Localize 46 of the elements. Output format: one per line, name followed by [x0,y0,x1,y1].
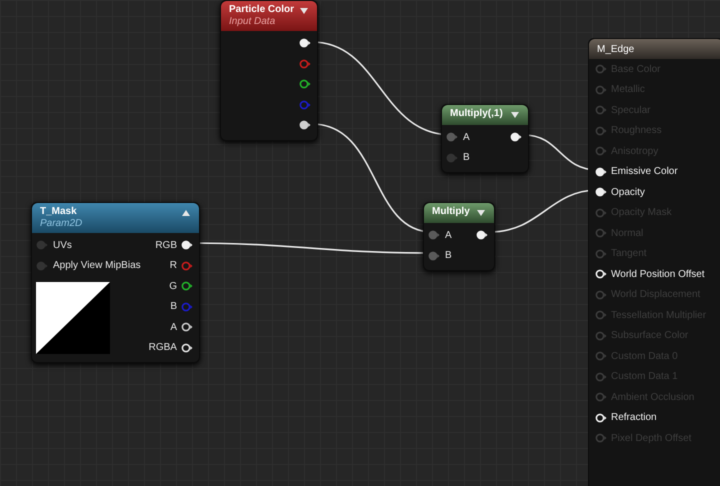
node-title: Multiply(,1) [450,108,503,120]
material-graph-canvas[interactable] [0,0,720,486]
expand-arrow-icon[interactable] [476,209,486,217]
connected-pin-icon[interactable] [476,230,488,240]
pin-label: B [170,300,177,314]
pin-label: RGBA [148,341,177,356]
pin-label: B [445,249,452,264]
material-input-label: World Position Offset [611,268,705,282]
node-title: Particle Color [229,4,294,16]
collapse-arrow-icon[interactable] [180,209,191,217]
connected-pin-icon[interactable] [180,240,193,250]
node-title: T_Mask [40,206,78,218]
expand-arrow-icon[interactable] [299,7,309,15]
material-input-label: Opacity [611,186,645,200]
graph-node[interactable]: Particle Color Input Data [220,0,318,140]
pin-icon[interactable] [180,342,193,353]
node-subtitle: Param2D [40,218,82,230]
node-title: Multiply [432,206,470,218]
pin-icon[interactable] [180,281,193,292]
graph-node[interactable]: T_Mask Param2D UVs Apply View MipBias RGB R G B A RGBA [31,202,200,363]
pin-icon[interactable] [299,79,311,90]
pin-label: A [170,320,177,335]
pin-icon[interactable] [595,269,607,280]
connected-pin-icon[interactable] [595,187,607,198]
pin-label: A [463,130,470,145]
expand-arrow-icon[interactable] [510,111,520,119]
graph-node[interactable]: Multiply A B [423,202,495,271]
material-result-node[interactable] [588,38,720,486]
pin-label: RGB [155,238,177,253]
pin-icon[interactable] [595,412,607,423]
connected-pin-icon[interactable] [299,120,311,130]
node-subtitle: Input Data [229,16,276,28]
material-input-label: Refraction [611,411,657,426]
node-title: M_Edge [597,42,634,56]
pin-label: UVs [53,238,72,253]
pin-label: A [445,228,452,243]
pin-label: Apply View MipBias [53,259,141,274]
graph-node[interactable]: Multiply(,1) A B [441,104,529,173]
connected-pin-icon[interactable] [595,166,607,177]
connected-pin-icon[interactable] [299,38,311,48]
pin-label: B [463,151,470,166]
pin-icon[interactable] [180,322,193,332]
pin-label: R [170,259,177,274]
material-input-label: Emissive Color [611,165,678,180]
connected-pin-icon[interactable] [510,132,522,142]
pin-label: G [169,280,177,294]
